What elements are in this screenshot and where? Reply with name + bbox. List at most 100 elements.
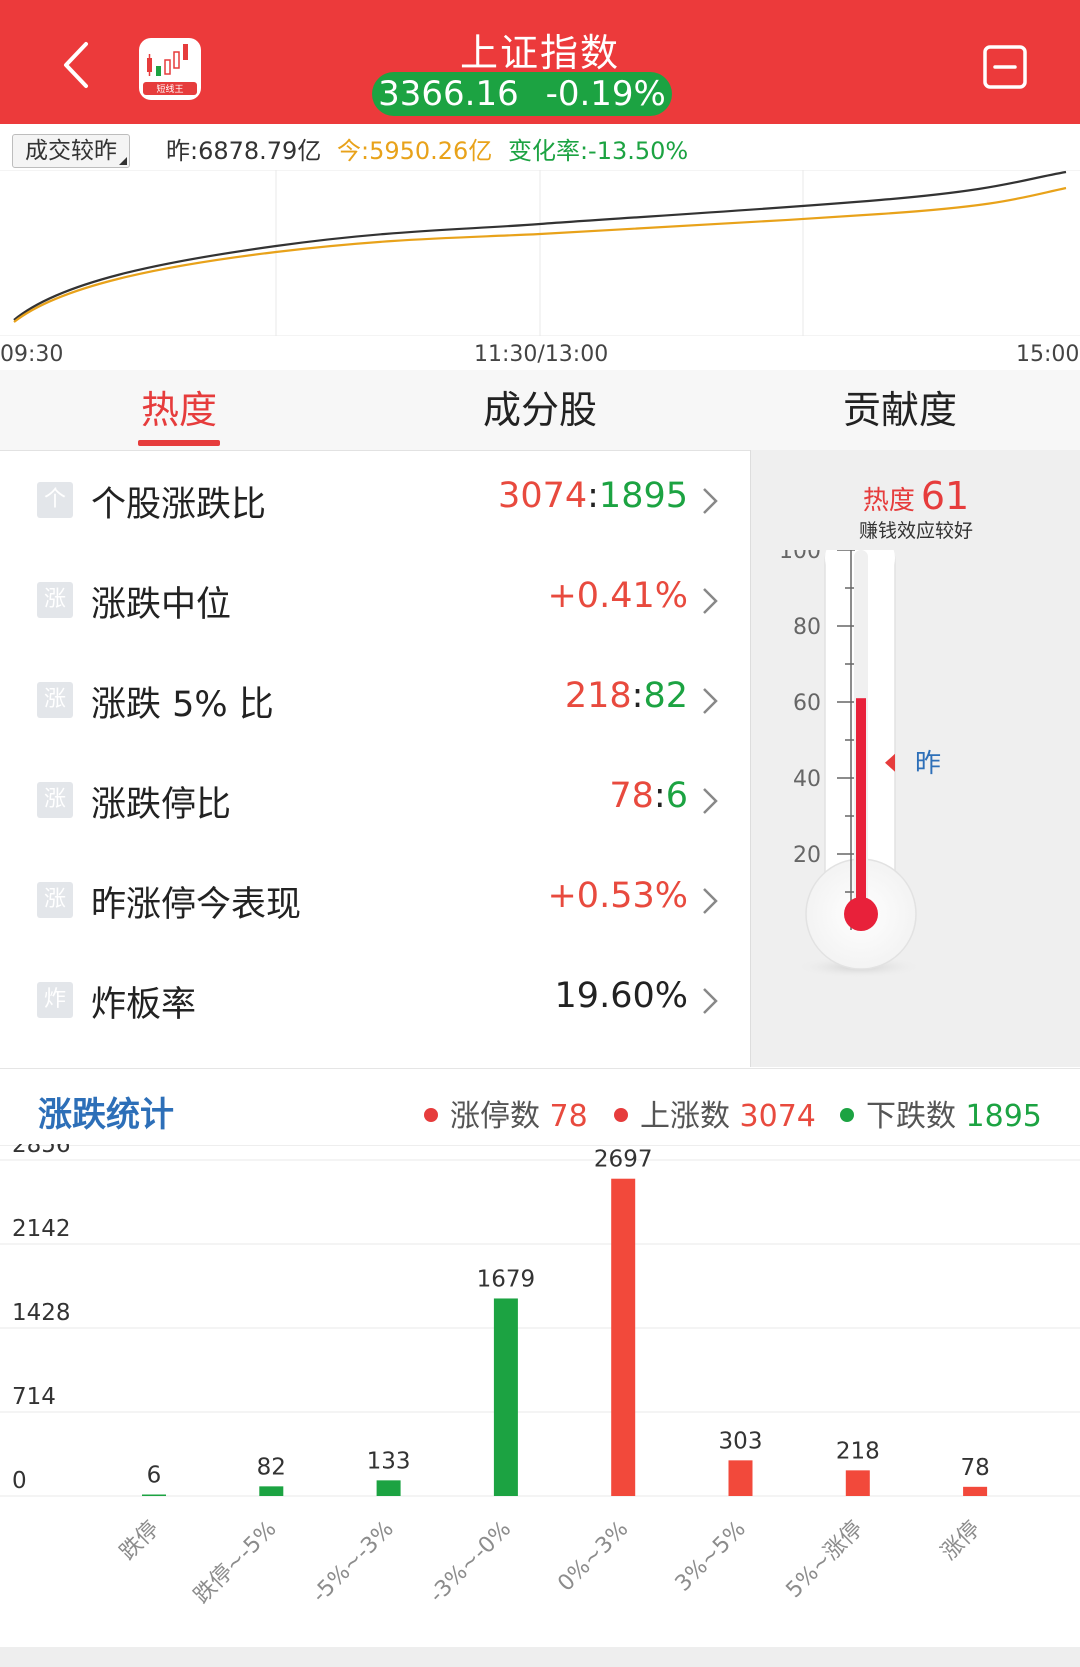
metric-badge-icon: 涨: [37, 682, 73, 718]
turnover-tag-label: 成交较昨: [25, 138, 117, 164]
bar-value-label: 82: [257, 1454, 286, 1480]
bar-value-label: 1679: [477, 1266, 536, 1292]
metric-row-broken-board-rate[interactable]: 炸 炸板率 19.60%: [0, 950, 750, 1050]
metric-label: 个股涨跌比: [91, 485, 267, 525]
x-category-label: 0%~3%: [553, 1517, 633, 1597]
tab-bar: 热度 成分股 贡献度: [0, 370, 1080, 451]
chevron-right-icon: [703, 488, 718, 514]
metric-label: 昨涨停今表现: [91, 885, 302, 925]
y-tick-label: 2856: [12, 1144, 71, 1158]
app-icon-label: 短线王: [156, 83, 183, 95]
header-bar: 短线王 上证指数 3366.16 -0.19%: [0, 0, 1080, 124]
heat-thermometer-panel: 热度 61 赚钱效应较好 100 80 60 40 20 昨: [750, 450, 1080, 1067]
legend-advancers: 上涨数 3074: [614, 1091, 816, 1135]
bar-value-label: 218: [836, 1438, 880, 1464]
thermometer-scale-label: 20: [793, 843, 821, 868]
heat-value: 61: [920, 474, 970, 518]
turnover-selector[interactable]: 成交较昨: [12, 134, 130, 168]
metric-badge-icon: 涨: [37, 782, 73, 818]
collapse-icon[interactable]: [982, 44, 1028, 90]
time-label-close: 15:00: [1016, 342, 1080, 367]
heat-subtitle: 赚钱效应较好: [858, 520, 973, 542]
metric-value: 78:6: [609, 776, 688, 816]
metric-badge-icon: 炸: [37, 982, 73, 1018]
index-change: -0.19%: [545, 74, 666, 114]
bar-value-label: 133: [367, 1448, 411, 1474]
legend-dot: [614, 1107, 628, 1122]
stats-title: 涨跌统计: [38, 1095, 174, 1135]
y-tick-label: 2142: [12, 1216, 71, 1242]
chevron-right-icon: [703, 888, 718, 914]
turnover-today: 今:5950.26亿: [336, 137, 493, 165]
turnover-bar: 成交较昨 昨:6878.79亿 今:5950.26亿 变化率:-13.50%: [0, 124, 1080, 170]
metric-badge-icon: 涨: [37, 582, 73, 618]
metric-label: 涨跌 5% 比: [91, 685, 274, 725]
chevron-right-icon: [703, 788, 718, 814]
metric-row-5pct-ratio[interactable]: 涨 涨跌 5% 比 218:82: [0, 650, 750, 750]
thermometer-bulb-core: [844, 897, 878, 931]
thermometer-scale-label: 60: [793, 691, 821, 716]
bar: [611, 1178, 636, 1496]
metric-row-limit-ratio[interactable]: 涨 涨跌停比 78:6: [0, 750, 750, 850]
x-category-label: 5%~涨停: [782, 1517, 869, 1604]
time-label-open: 09:30: [0, 342, 64, 367]
legend-dot: [424, 1107, 438, 1122]
bar: [142, 1494, 166, 1496]
distribution-bar-chart: 2856 2142 1428 714 0 6 跌停 82 跌停~-5% 133 -5%~-3% 167…: [0, 1144, 1080, 1609]
metric-badge-icon: 涨: [37, 882, 73, 918]
metric-value: +0.41%: [547, 576, 688, 616]
bar-value-label: 6: [147, 1463, 162, 1489]
bar-value-label: 78: [960, 1455, 989, 1481]
x-category-label: 跌停~-5%: [189, 1517, 281, 1609]
bar: [963, 1486, 988, 1496]
y-tick-label: 0: [12, 1468, 27, 1494]
metric-value: 19.60%: [554, 976, 688, 1016]
turnover-yesterday: 昨:6878.79亿: [166, 137, 322, 165]
metric-row-advance-decline[interactable]: 个 个股涨跌比 3074:1895: [0, 450, 750, 550]
index-quote-pill: 3366.16 -0.19%: [372, 72, 672, 116]
bar: [493, 1298, 518, 1496]
metric-row-prev-limit-performance[interactable]: 涨 昨涨停今表现 +0.53%: [0, 850, 750, 950]
bar: [845, 1470, 870, 1496]
bottom-band: [0, 1647, 1080, 1667]
bar-value-label: 2697: [594, 1147, 653, 1173]
bar: [728, 1460, 753, 1496]
thermometer-fill: [856, 698, 866, 914]
metric-row-median-change[interactable]: 涨 涨跌中位 +0.41%: [0, 550, 750, 650]
metric-value: 3074:1895: [498, 476, 688, 516]
metric-label: 炸板率: [91, 985, 197, 1025]
metric-label: 涨跌中位: [91, 585, 232, 625]
tab-contribution[interactable]: 贡献度: [800, 370, 1000, 450]
x-category-label: 跌停: [115, 1517, 164, 1566]
thermometer-scale-label: 40: [793, 767, 821, 792]
tab-heat[interactable]: 热度: [98, 370, 260, 450]
time-label-noon: 11:30/13:00: [474, 342, 609, 367]
yesterday-label: 昨: [915, 749, 941, 779]
legend-dot: [840, 1107, 854, 1122]
x-category-label: -3%~-0%: [425, 1517, 516, 1608]
x-category-label: -5%~-3%: [308, 1517, 399, 1608]
intraday-volume-chart: [0, 170, 1080, 336]
metric-value: 218:82: [564, 676, 688, 716]
bar: [376, 1480, 401, 1496]
bar: [259, 1486, 284, 1496]
y-tick-label: 714: [12, 1384, 56, 1410]
heat-score: 热度 61: [751, 474, 1080, 518]
bar-value-label: 303: [719, 1428, 763, 1454]
metric-badge-icon: 个: [37, 482, 73, 518]
turnover-change-rate: 变化率:-13.50%: [507, 137, 689, 165]
metric-label: 涨跌停比: [91, 785, 232, 825]
chevron-right-icon: [703, 588, 718, 614]
legend-decliners: 下跌数 1895: [840, 1091, 1042, 1135]
tab-constituents[interactable]: 成分股: [440, 370, 640, 450]
x-category-label: 涨停: [937, 1517, 986, 1566]
index-price: 3366.16: [378, 74, 519, 114]
chevron-right-icon: [703, 688, 718, 714]
heat-label: 热度: [862, 486, 915, 516]
x-category-label: 3%~5%: [671, 1517, 751, 1597]
thermometer-gauge: 100 80 60 40 20 昨: [779, 550, 941, 978]
y-tick-label: 1428: [12, 1300, 71, 1326]
metric-value: +0.53%: [547, 876, 688, 916]
dropdown-corner-icon: [119, 157, 127, 165]
thermometer-scale-label: 80: [793, 615, 821, 640]
